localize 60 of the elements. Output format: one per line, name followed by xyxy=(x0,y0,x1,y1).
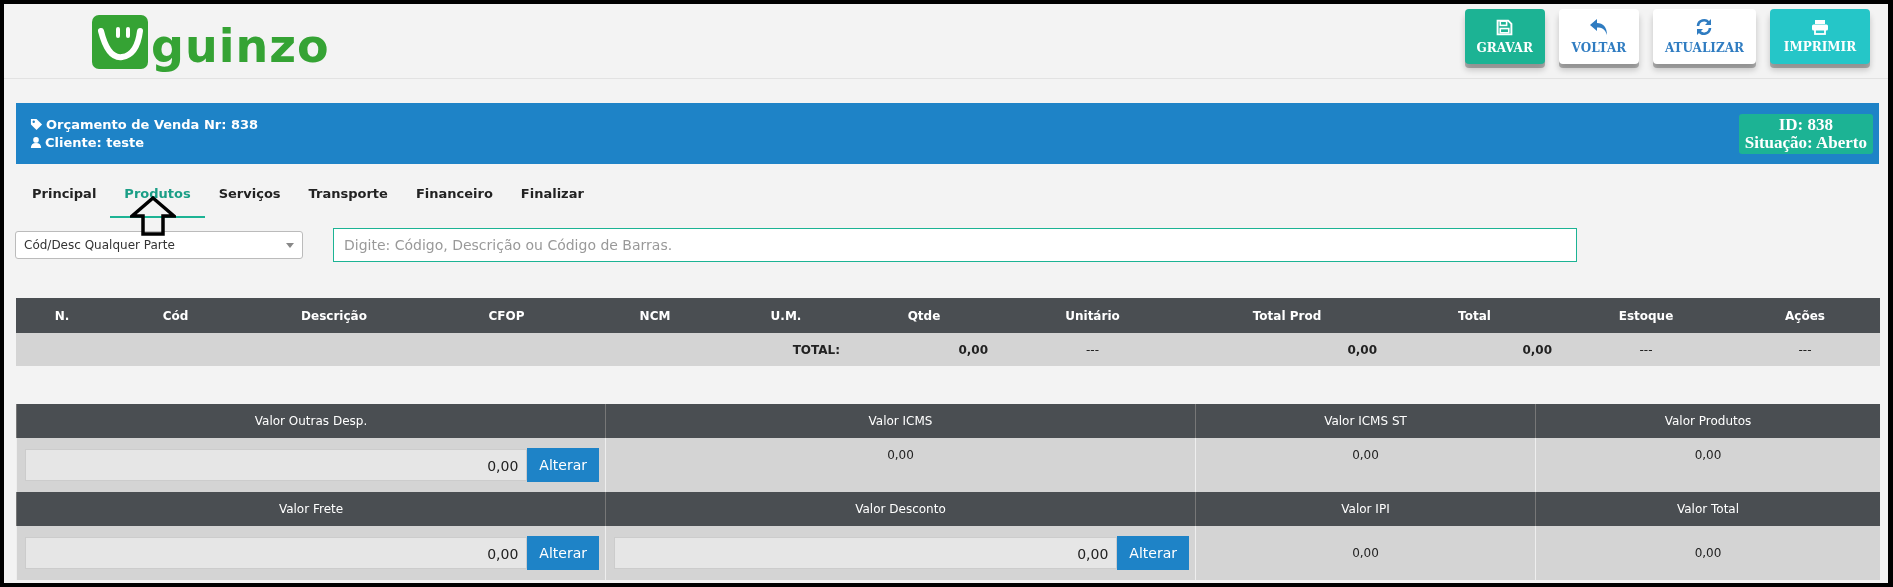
order-status: Situação: Aberto xyxy=(1744,133,1867,152)
value-text: 0,00 xyxy=(1694,546,1722,562)
column-header: Total Prod xyxy=(1251,308,1323,323)
column-header: Total xyxy=(1457,308,1492,323)
value-text: 0,00 xyxy=(1352,448,1379,464)
column-header: Valor ICMS ST xyxy=(1195,404,1535,438)
table-cell: TOTAL: xyxy=(792,342,840,357)
column-header: Valor Produtos xyxy=(1535,404,1880,438)
table-cell: 0,00 xyxy=(1522,342,1552,357)
column-header: Valor Frete xyxy=(16,492,605,526)
tab[interactable]: Transporte xyxy=(294,172,402,216)
table-cell: --- xyxy=(1798,342,1812,357)
refresh-icon xyxy=(1695,18,1714,36)
order-title: Orçamento de Venda Nr: 838 xyxy=(46,117,259,132)
user-icon xyxy=(30,136,42,149)
tab[interactable]: Financeiro xyxy=(401,172,507,216)
alterar-button[interactable]: Alterar xyxy=(1117,536,1189,570)
tab[interactable]: Principal xyxy=(18,172,111,216)
column-header: NCM xyxy=(638,308,672,323)
table-cell: --- xyxy=(1639,342,1653,357)
table-cell: 0,00 xyxy=(1347,342,1377,357)
value-text: 0,00 xyxy=(1694,448,1722,464)
order-id: ID: 838 xyxy=(1778,115,1833,134)
logo-smiley-icon xyxy=(92,15,148,69)
up-arrow-icon xyxy=(130,196,176,236)
column-header: Ações xyxy=(1784,308,1826,323)
column-header: CFOP xyxy=(487,308,526,323)
column-header: N. xyxy=(53,308,71,323)
value-text: 0,00 xyxy=(1352,546,1379,562)
toolbar-button[interactable]: VOLTAR xyxy=(1558,9,1639,64)
alterar-button[interactable]: Alterar xyxy=(527,448,599,482)
value-field[interactable]: 0,00 xyxy=(25,449,528,481)
value-field[interactable]: 0,00 xyxy=(614,537,1118,569)
search-field[interactable]: Digite: Código, Descrição ou Código de Barras. xyxy=(333,228,1577,262)
tag-icon xyxy=(30,118,43,131)
column-header: Valor Desconto xyxy=(605,492,1195,526)
value-field[interactable]: 0,00 xyxy=(25,537,528,569)
column-header: Estoque xyxy=(1617,308,1675,323)
logo-wordmark: guinzo xyxy=(151,18,330,74)
column-header: Valor ICMS xyxy=(605,404,1195,438)
reply-arrow-icon xyxy=(1588,18,1609,36)
tab[interactable]: Finalizar xyxy=(506,172,598,216)
column-header: Descrição xyxy=(300,308,368,323)
column-header: Cód xyxy=(161,308,190,323)
value-text: 0,00 xyxy=(887,448,914,464)
column-header: Valor Outras Desp. xyxy=(16,404,605,438)
search-mode-select[interactable]: Cód/Desc Qualquer Parte xyxy=(15,231,303,259)
column-header: Valor Total xyxy=(1535,492,1880,526)
client-name: Cliente: teste xyxy=(45,135,145,150)
alterar-button[interactable]: Alterar xyxy=(527,536,599,570)
dropdown-caret-icon xyxy=(286,242,294,248)
table-cell: --- xyxy=(1086,342,1099,357)
toolbar-button[interactable]: ATUALIZAR xyxy=(1652,9,1756,64)
column-header: U.M. xyxy=(769,308,803,323)
column-header: Valor IPI xyxy=(1195,492,1535,526)
printer-icon xyxy=(1811,19,1829,35)
column-header: Qtde xyxy=(906,308,942,323)
tab[interactable]: Serviços xyxy=(204,172,295,216)
table-cell: 0,00 xyxy=(958,342,988,357)
column-header: Unitário xyxy=(1064,308,1121,323)
